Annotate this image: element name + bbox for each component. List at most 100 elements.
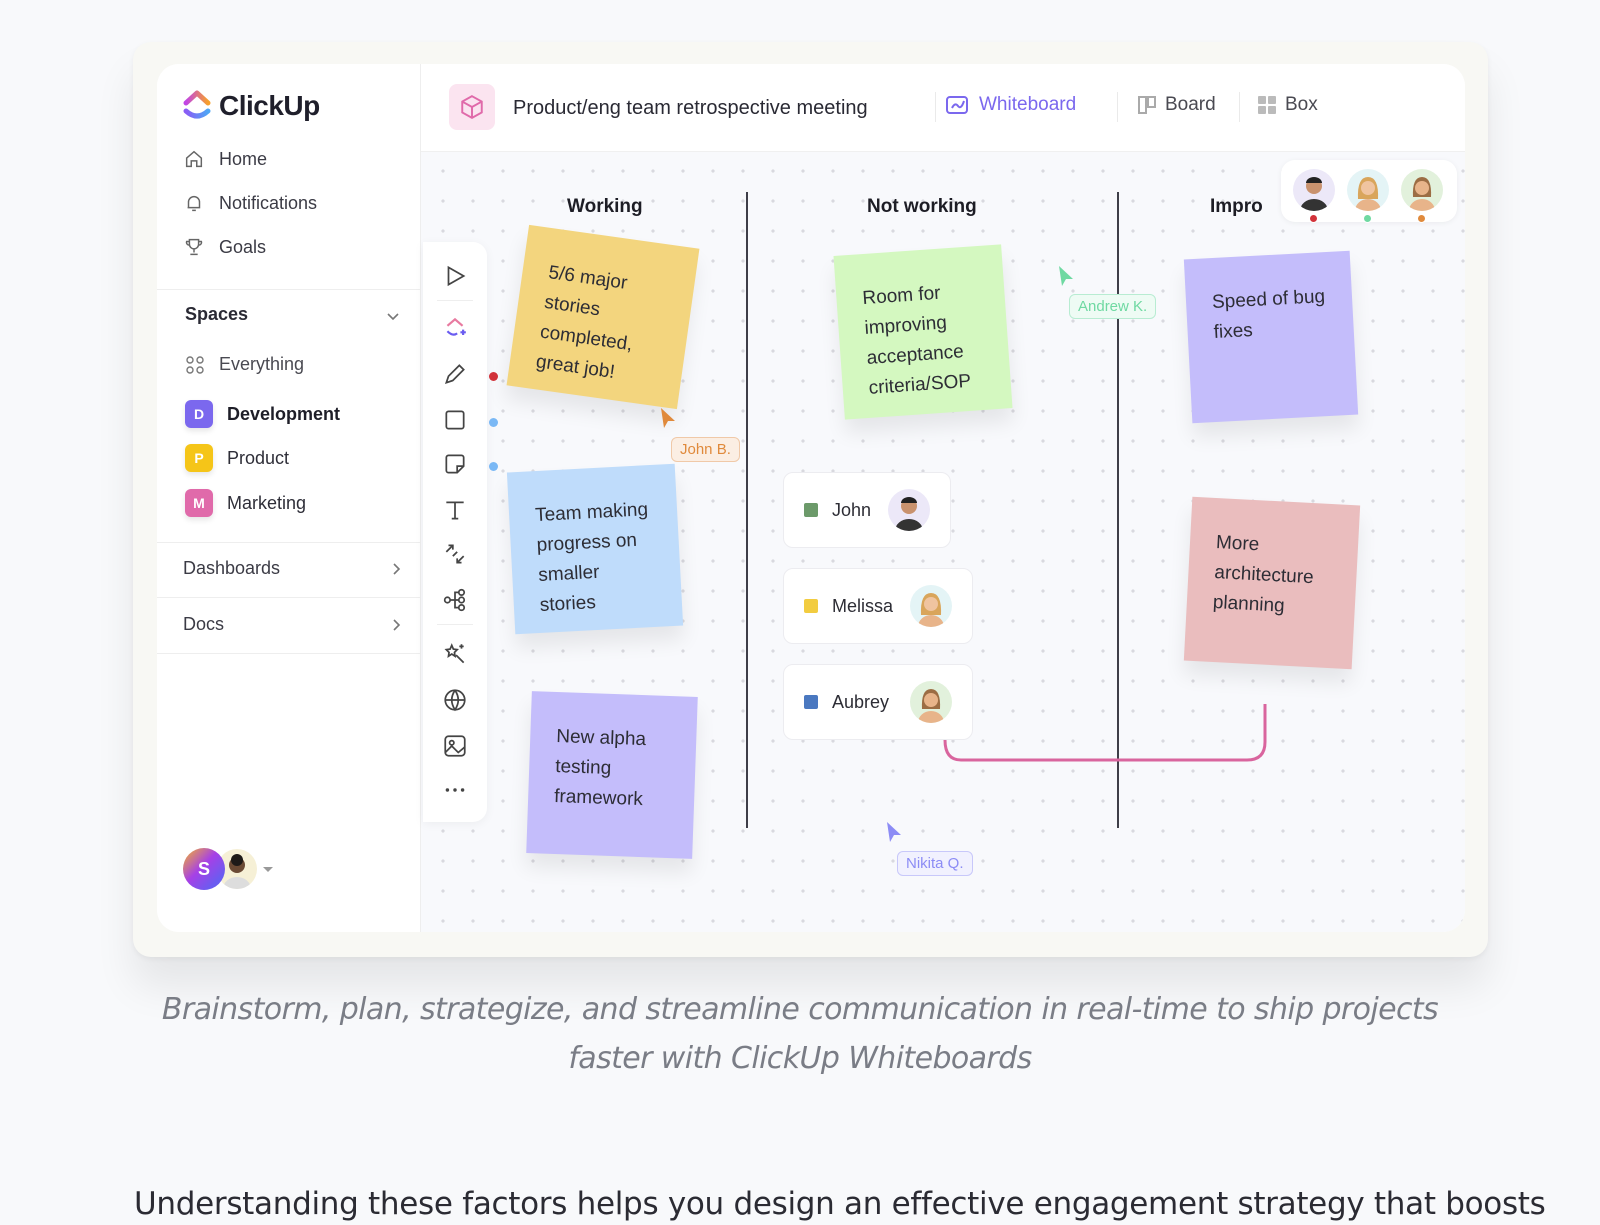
tab-board[interactable]: Board	[1137, 94, 1216, 116]
person-avatar	[888, 489, 930, 531]
sticky-note[interactable]: New alpha testing framework	[526, 691, 698, 859]
person-name: Melissa	[832, 595, 894, 616]
space-label: Marketing	[227, 492, 307, 513]
space-label: Development	[227, 403, 341, 424]
person-avatar	[910, 585, 952, 627]
tool-connector[interactable]	[441, 540, 469, 568]
clickup-logo-icon	[183, 90, 211, 119]
everything-label: Everything	[219, 354, 305, 374]
logo-text: ClickUp	[219, 90, 320, 121]
nav-dashboards[interactable]: Dashboards	[183, 558, 403, 579]
pen-icon	[444, 364, 465, 385]
divider	[1239, 92, 1240, 122]
tool-magic[interactable]	[441, 640, 469, 668]
tab-box[interactable]: Box	[1257, 94, 1318, 116]
cube-icon	[461, 95, 483, 119]
cursor-label: John B.	[671, 437, 740, 462]
whiteboard-canvas[interactable]: Working Not working Impro 5/6 major stor…	[421, 152, 1465, 932]
nav-docs[interactable]: Docs	[183, 614, 403, 635]
body-paragraph: Understanding these factors helps you de…	[134, 1186, 1546, 1222]
space-badge: P	[185, 444, 213, 472]
color-square	[804, 503, 818, 517]
clickup-app: ClickUp Home Notifications Goals Spaces …	[157, 64, 1465, 932]
presence-status-dot	[1363, 214, 1372, 223]
person-card[interactable]: Melissa	[783, 568, 973, 644]
shape-color-dot	[489, 418, 498, 427]
divider	[157, 289, 421, 290]
space-badge: M	[185, 489, 213, 517]
sticky-note[interactable]: Team making progress on smaller stories	[506, 463, 684, 635]
tool-pointer[interactable]	[441, 262, 469, 290]
person-name: Aubrey	[832, 691, 890, 712]
clickup-logo[interactable]: ClickUp	[183, 90, 320, 122]
presence-avatars[interactable]	[1281, 160, 1457, 223]
chevron-down-icon[interactable]	[386, 310, 400, 324]
person-icon	[1409, 177, 1435, 211]
sticky-note[interactable]: 5/6 major stories completed, great job!	[506, 224, 700, 410]
tool-clickup-ai[interactable]	[441, 314, 469, 342]
presence-avatar	[1401, 169, 1443, 211]
sticky-note[interactable]: Room for improving acceptance criteria/S…	[833, 244, 1013, 420]
tab-label: Box	[1285, 94, 1318, 115]
home-icon	[185, 150, 203, 168]
space-development[interactable]: D Development	[185, 400, 340, 428]
space-product[interactable]: P Product	[185, 444, 289, 472]
nav-goals[interactable]: Goals	[183, 236, 266, 258]
divider	[1117, 92, 1118, 122]
nav-goals-label: Goals	[219, 236, 267, 257]
tool-more[interactable]	[441, 776, 469, 804]
tool-pen[interactable]	[441, 360, 469, 388]
everything-icon	[186, 355, 204, 374]
person-icon	[1355, 177, 1381, 211]
tool-rectangle[interactable]	[441, 406, 469, 434]
space-badge: D	[185, 400, 213, 428]
page-title: Product/eng team retrospective meeting	[513, 97, 868, 119]
tool-image[interactable]	[441, 732, 469, 760]
user-menu[interactable]: S	[183, 848, 273, 890]
docs-label: Docs	[183, 614, 225, 634]
person-icon	[895, 497, 923, 531]
presence-avatar	[1347, 169, 1389, 211]
tool-mindmap[interactable]	[441, 586, 469, 614]
tool-globe[interactable]	[441, 686, 469, 714]
pen-color-dot	[489, 372, 498, 381]
sticky-note-icon	[445, 454, 465, 474]
column-not-working: Not working	[867, 196, 977, 217]
divider	[157, 653, 421, 654]
pointer-icon	[447, 265, 466, 287]
tool-text[interactable]	[441, 496, 469, 524]
tool-sticky-note[interactable]	[441, 450, 469, 478]
divider	[157, 597, 421, 598]
space-marketing[interactable]: M Marketing	[185, 489, 306, 517]
bell-icon	[187, 195, 201, 212]
tab-whiteboard[interactable]: Whiteboard	[945, 94, 1076, 116]
clickup-ai-icon	[446, 317, 466, 336]
divider	[935, 92, 936, 122]
nav-notifications-label: Notifications	[219, 192, 318, 213]
sticky-color-dot	[489, 462, 498, 471]
board-icon	[1138, 96, 1156, 114]
color-square	[804, 599, 818, 613]
presence-status-dot	[1417, 214, 1426, 223]
cursor-nikita-icon	[887, 822, 901, 842]
nav-home-label: Home	[219, 148, 268, 169]
person-icon	[918, 593, 944, 627]
tab-label: Whiteboard	[979, 94, 1077, 115]
space-label: Product	[227, 447, 290, 468]
trophy-icon	[185, 238, 203, 256]
cursor-john-icon	[661, 408, 675, 428]
nav-notifications[interactable]: Notifications	[183, 192, 317, 214]
cursor-label: Nikita Q.	[897, 851, 973, 876]
tab-label: Board	[1165, 94, 1216, 115]
cursor-andrew-icon	[1059, 266, 1073, 286]
spaces-header[interactable]: Spaces	[185, 304, 248, 325]
space-everything[interactable]: Everything	[185, 354, 304, 375]
presence-avatar	[1293, 169, 1335, 211]
person-card[interactable]: John	[783, 472, 951, 548]
nav-home[interactable]: Home	[183, 148, 267, 170]
connector-arrow[interactable]	[941, 702, 1281, 772]
sticky-note[interactable]: More architecture planning	[1183, 496, 1361, 670]
sticky-note[interactable]: Speed of bug fixes	[1183, 250, 1359, 424]
person-icon	[1300, 177, 1328, 211]
magic-wand-icon	[444, 643, 465, 664]
